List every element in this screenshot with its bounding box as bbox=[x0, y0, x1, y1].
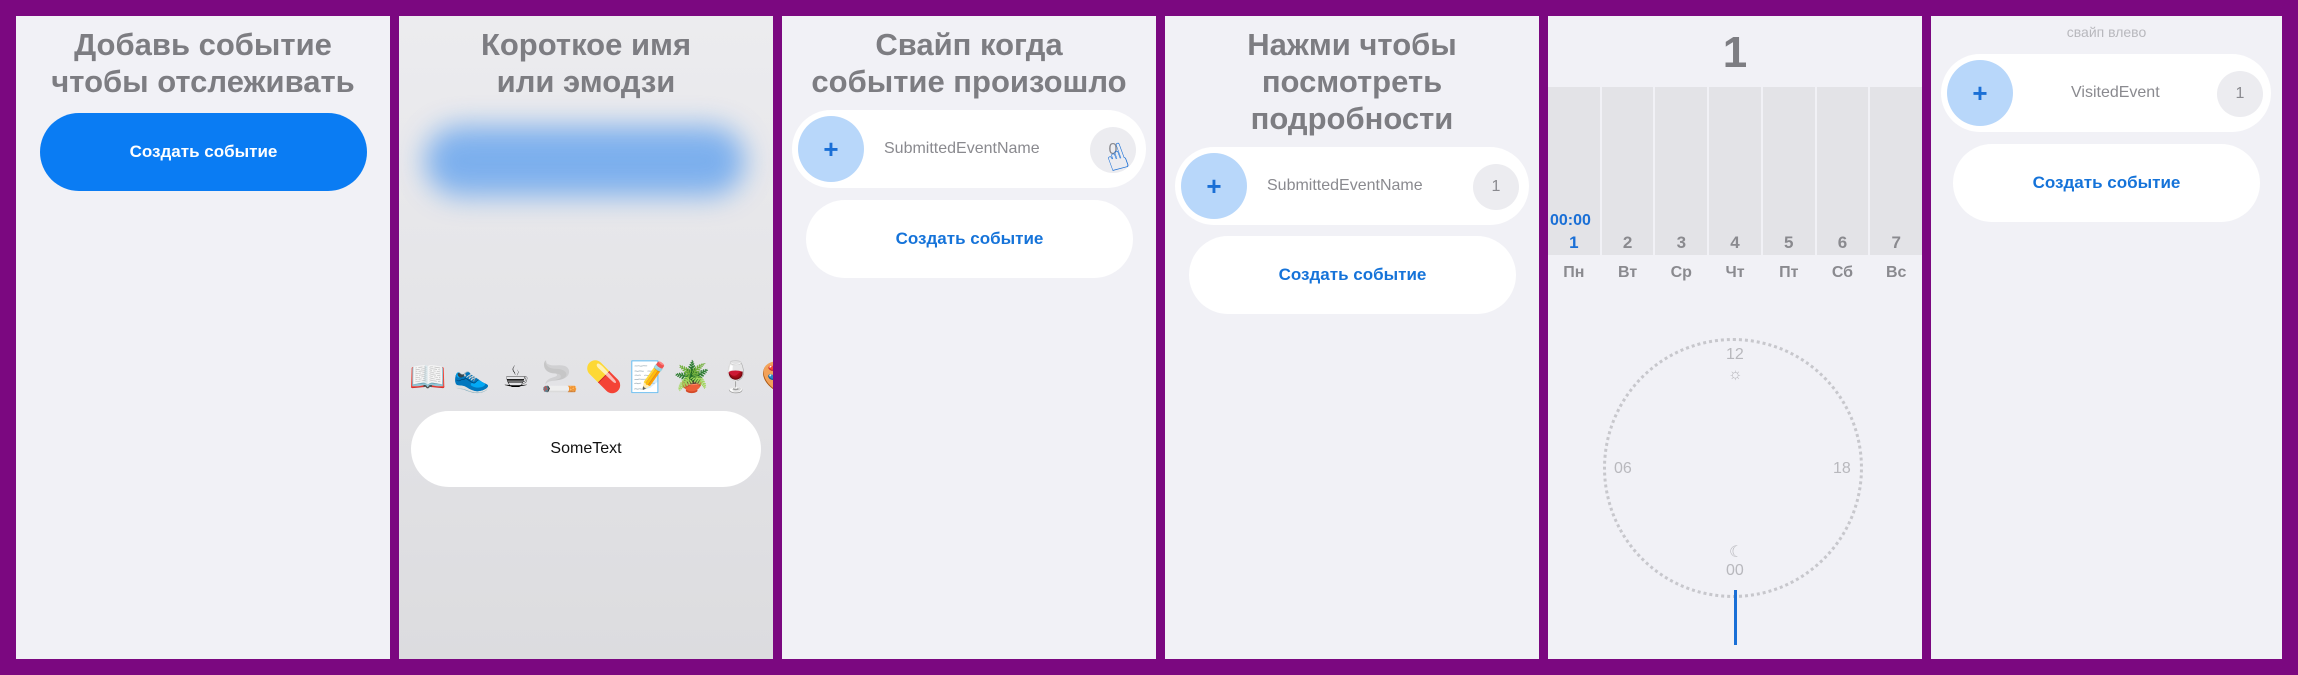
emoji-cigarette-icon[interactable]: 🚬 bbox=[541, 360, 585, 395]
day-number: 5 bbox=[1784, 233, 1794, 252]
panel-short-name: Короткое имя или эмодзи 📖👟☕🚬💊📝🪴🍷🎨 SomeTe… bbox=[399, 16, 773, 659]
panel-title: Короткое имя или эмодзи bbox=[480, 27, 692, 99]
event-name: SubmittedEventName bbox=[884, 140, 1040, 157]
panel-title: Нажми чтобы посмотреть подробности bbox=[1247, 27, 1457, 136]
day-number: 2 bbox=[1622, 233, 1633, 252]
weekday-label: Вт bbox=[1617, 264, 1638, 281]
weekday-label: Пт bbox=[1779, 264, 1799, 281]
create-event-button[interactable]: Создать событие bbox=[806, 200, 1133, 278]
panel-swipe: Свайп когда событие произошло + Submitte… bbox=[782, 16, 1156, 659]
panel-create-event: Добавь событие чтобы отслеживать Создать… bbox=[16, 16, 390, 659]
event-name-input[interactable]: SomeText bbox=[411, 411, 761, 487]
moon-icon: ☾ bbox=[1729, 544, 1744, 561]
blurred-input-field bbox=[425, 126, 745, 196]
create-event-button[interactable]: Создать событие bbox=[1953, 144, 2260, 222]
emoji-wine-icon[interactable]: 🍷 bbox=[717, 360, 761, 395]
emoji-picker[interactable]: 📖👟☕🚬💊📝🪴🍷🎨 bbox=[409, 360, 773, 395]
event-name: SubmittedEventName bbox=[1267, 177, 1423, 194]
day-number: 4 bbox=[1730, 233, 1740, 252]
weekday-label: Пн bbox=[1563, 264, 1585, 281]
day-column[interactable]: 3 bbox=[1655, 87, 1708, 255]
day-number: 3 bbox=[1676, 233, 1687, 252]
swipe-hint: свайп влево bbox=[2066, 24, 2147, 40]
event-count: 1 bbox=[1473, 164, 1519, 210]
panel-stats: 1 1 2 3 4 5 6 7 00:00 Пн Вт Ср Чт Пт Сб … bbox=[1548, 16, 1922, 659]
day-number: 1 bbox=[1569, 233, 1579, 252]
panel-title: Свайп когда событие произошло bbox=[811, 27, 1127, 99]
event-name: VisitedEvent bbox=[2071, 84, 2160, 101]
weekday-label: Сб bbox=[1831, 264, 1854, 281]
event-row[interactable]: + SubmittedEventName 1 bbox=[1175, 147, 1529, 225]
emoji-palette-icon[interactable]: 🎨 bbox=[761, 360, 773, 395]
clock-label-12: 12 bbox=[1726, 346, 1744, 363]
event-row[interactable]: + SubmittedEventName 0 bbox=[792, 110, 1146, 188]
emoji-book-icon[interactable]: 📖 bbox=[409, 360, 453, 395]
emoji-coffee-icon[interactable]: ☕ bbox=[497, 360, 541, 395]
event-total: 1 bbox=[1722, 28, 1748, 77]
create-event-button[interactable]: Создать событие bbox=[40, 113, 367, 191]
panel-title: Добавь событие чтобы отслеживать bbox=[51, 27, 355, 99]
day-column[interactable]: 5 bbox=[1762, 87, 1815, 255]
day-column[interactable]: 4 bbox=[1709, 87, 1761, 255]
day-column[interactable]: 6 bbox=[1816, 87, 1869, 255]
day-column[interactable]: 7 bbox=[1870, 87, 1922, 255]
day-number: 6 bbox=[1837, 233, 1848, 252]
plus-icon[interactable]: + bbox=[1181, 153, 1247, 219]
emoji-sneaker-icon[interactable]: 👟 bbox=[453, 360, 497, 395]
panel-details: Нажми чтобы посмотреть подробности + Sub… bbox=[1165, 16, 1539, 659]
weekday-labels: Пн Вт Ср Чт Пт Сб Вс bbox=[1548, 264, 1922, 282]
sun-icon: ☼ bbox=[1728, 366, 1743, 383]
week-columns: 1 2 3 4 5 6 7 bbox=[1548, 87, 1922, 255]
panel-swipe-left: свайп влево + VisitedEvent 1 Создать соб… bbox=[1931, 16, 2282, 659]
clock-label-00: 00 bbox=[1726, 562, 1744, 579]
day-column[interactable]: 2 bbox=[1601, 87, 1654, 255]
event-count: 1 bbox=[2217, 71, 2263, 117]
weekday-label: Вс bbox=[1885, 264, 1907, 281]
clock-label-18: 18 bbox=[1833, 460, 1851, 477]
emoji-pill-icon[interactable]: 💊 bbox=[585, 360, 629, 395]
plus-icon[interactable]: + bbox=[798, 116, 864, 182]
time-label: 00:00 bbox=[1550, 212, 1591, 229]
clock-hand bbox=[1734, 590, 1737, 645]
day-number: 7 bbox=[1891, 233, 1901, 252]
emoji-plant-icon[interactable]: 🪴 bbox=[673, 360, 717, 395]
create-event-button[interactable]: Создать событие bbox=[1189, 236, 1516, 314]
clock-label-06: 06 bbox=[1614, 460, 1632, 477]
weekday-label: Ср bbox=[1670, 264, 1692, 281]
event-row[interactable]: + VisitedEvent 1 bbox=[1941, 54, 2271, 132]
emoji-memo-icon[interactable]: 📝 bbox=[629, 360, 673, 395]
plus-icon[interactable]: + bbox=[1947, 60, 2013, 126]
weekday-label: Чт bbox=[1725, 264, 1745, 281]
